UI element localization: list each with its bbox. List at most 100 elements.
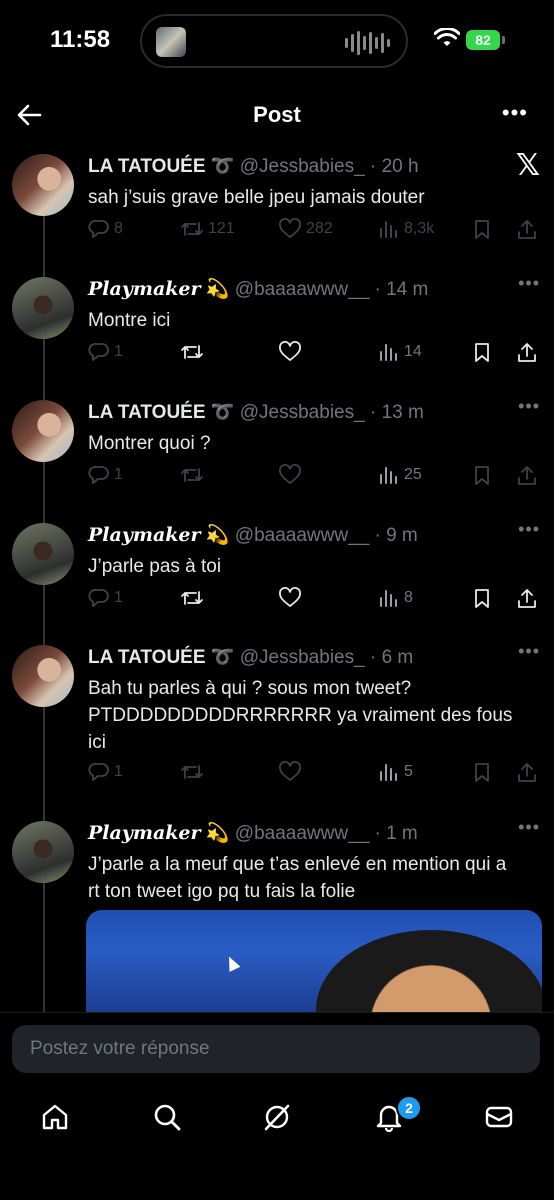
- tweet-text: Bah tu parles à qui ? sous mon tweet? PT…: [88, 678, 513, 753]
- views-button[interactable]: 8: [378, 587, 413, 609]
- timestamp: · 13 m: [369, 402, 424, 423]
- avatar[interactable]: [12, 400, 74, 462]
- user-handle[interactable]: @baaaawww__: [235, 525, 369, 546]
- tweet-text: Montrer quoi ?: [88, 433, 211, 454]
- retweet-count: 121: [208, 220, 235, 237]
- timestamp: · 1 m: [374, 823, 418, 844]
- tweet-more-icon[interactable]: •••: [518, 273, 540, 294]
- like-button[interactable]: [278, 464, 302, 486]
- bookmark-icon[interactable]: [472, 218, 492, 240]
- reply-icon: [88, 589, 109, 607]
- home-icon[interactable]: [40, 1102, 70, 1132]
- reply-input[interactable]: Postez votre réponse: [12, 1025, 540, 1073]
- avatar[interactable]: [12, 154, 74, 216]
- views-count: 14: [404, 343, 422, 360]
- reply-count: 1: [114, 343, 123, 360]
- now-playing-artwork: [156, 27, 186, 57]
- share-icon[interactable]: [516, 218, 538, 240]
- tweet-more-icon[interactable]: •••: [518, 641, 540, 662]
- user-handle[interactable]: @baaaawww__: [235, 823, 369, 844]
- like-button[interactable]: [278, 587, 302, 609]
- avatar[interactable]: [12, 523, 74, 585]
- retweet-icon: [181, 468, 203, 482]
- like-button[interactable]: 282: [278, 218, 333, 240]
- views-button[interactable]: 14: [378, 341, 422, 363]
- display-name[interactable]: Playmaker: [88, 524, 201, 546]
- tweet-more-icon[interactable]: •••: [518, 817, 540, 838]
- avatar[interactable]: [12, 277, 74, 339]
- retweet-button[interactable]: 121: [180, 218, 235, 240]
- retweet-button[interactable]: [180, 761, 204, 783]
- retweet-button[interactable]: [180, 587, 204, 609]
- tweet-actions: 1 5: [88, 761, 540, 785]
- reply-button[interactable]: 1: [88, 464, 123, 486]
- dynamic-island[interactable]: [140, 14, 408, 68]
- avatar[interactable]: [12, 645, 74, 707]
- wifi-icon: [434, 28, 460, 46]
- user-handle[interactable]: @Jessbabies_: [240, 156, 365, 177]
- like-button[interactable]: [278, 341, 302, 363]
- views-count: 8,3k: [404, 220, 435, 237]
- share-icon[interactable]: [516, 761, 538, 783]
- reply-button[interactable]: 1: [88, 761, 123, 783]
- retweet-icon: [181, 222, 203, 236]
- user-handle[interactable]: @Jessbabies_: [240, 402, 365, 423]
- messages-envelope-icon[interactable]: [484, 1102, 514, 1132]
- display-name[interactable]: LA TATOUÉE: [88, 156, 206, 177]
- views-chart-icon: [380, 764, 397, 781]
- reply-button[interactable]: 1: [88, 587, 123, 609]
- cursor-shape: [223, 954, 241, 972]
- tweet-more-icon[interactable]: •••: [518, 396, 540, 417]
- display-name[interactable]: LA TATOUÉE: [88, 647, 206, 668]
- share-icon[interactable]: [516, 341, 538, 363]
- bookmark-icon[interactable]: [472, 464, 492, 486]
- tweet-header: Playmaker 💫 @baaaawww__ · 1 m: [88, 821, 418, 845]
- like-count: 282: [306, 220, 333, 237]
- display-name[interactable]: Playmaker: [88, 822, 201, 844]
- user-handle[interactable]: @Jessbabies_: [240, 647, 365, 668]
- tweet-text: J’parle pas à toi: [88, 556, 222, 577]
- reply-icon: [88, 343, 109, 361]
- retweet-button[interactable]: [180, 341, 204, 363]
- display-name[interactable]: LA TATOUÉE: [88, 402, 206, 423]
- tweet-header: Playmaker 💫 @baaaawww__ · 9 m: [88, 523, 418, 547]
- like-button[interactable]: [278, 761, 302, 783]
- timestamp: · 9 m: [374, 525, 418, 546]
- tweet-media-image[interactable]: [86, 910, 542, 1014]
- bookmark-icon[interactable]: [472, 761, 492, 783]
- timestamp: · 14 m: [374, 279, 429, 300]
- reply-button[interactable]: 1: [88, 341, 123, 363]
- retweet-button[interactable]: [180, 464, 204, 486]
- grok-icon[interactable]: [262, 1102, 292, 1132]
- display-name[interactable]: Playmaker: [88, 278, 201, 300]
- views-count: 5: [404, 763, 413, 780]
- bookmark-icon[interactable]: [472, 587, 492, 609]
- tweet-header: LA TATOUÉE ➰ @Jessbabies_ · 13 m: [88, 400, 424, 424]
- more-options-icon[interactable]: •••: [502, 100, 528, 126]
- name-emoji: 💫: [205, 525, 230, 546]
- status-time: 11:58: [50, 26, 111, 53]
- user-handle[interactable]: @baaaawww__: [235, 279, 369, 300]
- reply-button[interactable]: 8: [88, 218, 123, 240]
- reply-count: 8: [114, 220, 123, 237]
- views-button[interactable]: 8,3k: [378, 218, 434, 240]
- heart-icon: [279, 464, 301, 484]
- views-chart-icon: [380, 344, 397, 361]
- tweet-text: Montre ici: [88, 310, 171, 331]
- name-emoji: ➰: [210, 402, 235, 423]
- audio-waveform-icon: [345, 30, 390, 56]
- search-icon[interactable]: [152, 1102, 182, 1132]
- tweet-actions: 1 8: [88, 587, 540, 611]
- views-button[interactable]: 5: [378, 761, 413, 783]
- timestamp: · 20 h: [369, 156, 419, 177]
- tweet-more-icon[interactable]: •••: [518, 519, 540, 540]
- share-icon[interactable]: [516, 587, 538, 609]
- bottom-navigation: 2: [0, 1092, 554, 1200]
- avatar[interactable]: [12, 821, 74, 883]
- tweet-actions: 1 14: [88, 341, 540, 365]
- tweet-actions: 8 121 282 8,3k: [88, 218, 540, 242]
- share-icon[interactable]: [516, 464, 538, 486]
- views-button[interactable]: 25: [378, 464, 422, 486]
- bookmark-icon[interactable]: [472, 341, 492, 363]
- tweet-header: Playmaker 💫 @baaaawww__ · 14 m: [88, 277, 428, 301]
